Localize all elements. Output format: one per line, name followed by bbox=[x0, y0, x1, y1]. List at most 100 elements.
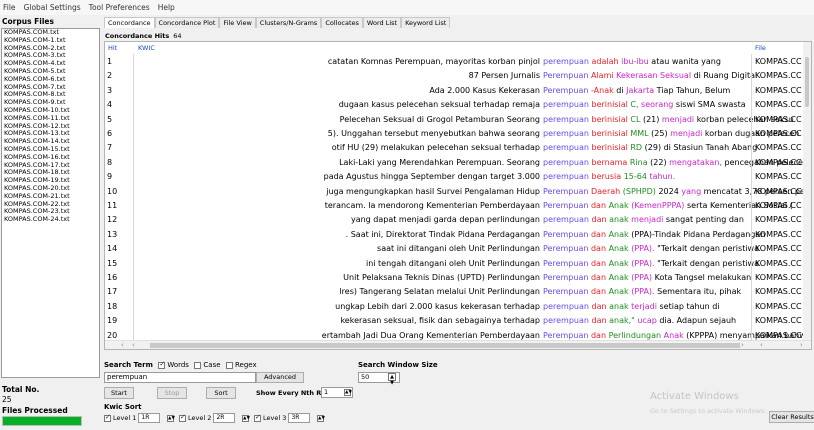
right-context-word: C, bbox=[627, 100, 639, 110]
search-hit-keyword[interactable]: perempuan bbox=[543, 129, 589, 138]
table-row[interactable]: 11 terancam. la mendorong Kementerian Pem… bbox=[105, 198, 805, 213]
vertical-scroll-thumb[interactable] bbox=[805, 57, 809, 107]
table-row[interactable]: 8 Laki-Laki yang Merendahkan Perempuan. S… bbox=[105, 154, 811, 170]
table-row[interactable]: 19 kekerasan seksual, fisik dan sebagainy… bbox=[105, 313, 805, 329]
right-context-word: MML bbox=[627, 129, 649, 138]
scroll-file-right-icon[interactable]: › bbox=[800, 341, 803, 349]
right-context-word: bernama bbox=[591, 157, 628, 167]
search-window-spinner[interactable]: ▲ ▼ bbox=[388, 373, 396, 386]
search-hit-keyword[interactable]: perempuan bbox=[543, 302, 589, 311]
clear-results-button[interactable]: Clear Results bbox=[769, 411, 814, 423]
search-hit-keyword[interactable]: Perempuan bbox=[543, 331, 588, 340]
search-hit-keyword[interactable]: Perempuan bbox=[543, 287, 588, 296]
right-context-word: menjadi bbox=[659, 114, 695, 124]
table-row[interactable]: 6 5). Unggahan tersebut menyebutkan bahwa… bbox=[105, 126, 805, 141]
menu-help[interactable]: Help bbox=[158, 3, 175, 12]
tab-collocates[interactable]: Collocates bbox=[321, 17, 363, 28]
table-row[interactable]: 17 lres) Tangerang Selatan melalui Unit P… bbox=[105, 284, 805, 300]
search-hit-keyword[interactable]: perempuan bbox=[543, 100, 589, 109]
level-3-select[interactable]: 3R bbox=[288, 413, 311, 423]
search-hit-keyword[interactable]: Perempuan bbox=[543, 259, 588, 268]
search-hit-keyword[interactable]: perempuan bbox=[543, 158, 589, 167]
menu-global-settings[interactable]: Global Settings bbox=[24, 3, 81, 12]
left-context: pada Agustus hingga September dengan tar… bbox=[323, 172, 540, 182]
tab-concordance-plot[interactable]: Concordance Plot bbox=[154, 17, 220, 28]
start-button[interactable]: Start bbox=[104, 387, 134, 399]
tab-concordance[interactable]: Concordance bbox=[104, 17, 155, 28]
advanced-button[interactable]: Advanced bbox=[256, 372, 304, 383]
search-term-row: Search Term Words Case Regex bbox=[104, 360, 257, 370]
tab-keyword-list[interactable]: Keyword List bbox=[401, 17, 451, 28]
table-row[interactable]: 18 ungkap Lebih dari 2.000 kasus kekerasa… bbox=[105, 298, 805, 314]
stop-button[interactable]: Stop bbox=[157, 387, 187, 399]
menu-tool-preferences[interactable]: Tool Preferences bbox=[89, 3, 150, 12]
left-context: catatan Komnas Perempuan, mayoritas korb… bbox=[327, 57, 540, 66]
level-2-spinner[interactable]: ▲▼ bbox=[242, 415, 250, 422]
table-row[interactable]: 13 . Saat ini, Direktorat Tindak Pidana P… bbox=[105, 226, 805, 242]
level-1-spinner[interactable]: ▲▼ bbox=[167, 415, 175, 422]
search-hit-keyword[interactable]: Perempuan bbox=[543, 201, 588, 210]
level-3-spinner[interactable]: ▲▼ bbox=[317, 415, 325, 422]
corpus-file-item[interactable]: KOMPAS.COM-24.txt bbox=[2, 215, 99, 224]
nth-row-spinner[interactable]: ▲▼ bbox=[344, 389, 352, 396]
search-hit-keyword[interactable]: Perempuan bbox=[543, 187, 588, 196]
menu-file[interactable]: File bbox=[3, 3, 16, 12]
table-row[interactable]: 4 dugaan kasus pelecehan seksual terhadap… bbox=[105, 97, 805, 113]
table-row[interactable]: 7 otif HU (29) melakukan pelecehan seksua… bbox=[105, 140, 805, 156]
level-1-select[interactable]: 1R bbox=[138, 413, 161, 423]
search-hit-keyword[interactable]: Perempuan bbox=[543, 273, 588, 282]
right-context-word: dan bbox=[590, 258, 607, 268]
search-hit-keyword[interactable]: Perempuan bbox=[543, 71, 588, 80]
table-row[interactable]: 16 Unit Pelaksana Teknis Dinas (UPTD) Per… bbox=[105, 270, 805, 285]
progress-fill bbox=[3, 417, 81, 425]
table-row[interactable]: 9 pada Agustus hingga September dengan ta… bbox=[105, 169, 805, 185]
level-2-checkbox[interactable] bbox=[179, 413, 186, 422]
table-row[interactable]: 12 yang dapat menjadi garda depan perlind… bbox=[105, 212, 805, 228]
header-kwic[interactable]: KWIC bbox=[138, 44, 155, 52]
scroll-file-left-icon[interactable]: ‹ bbox=[760, 341, 763, 349]
header-file[interactable]: File bbox=[755, 44, 766, 52]
search-hit-keyword[interactable]: perempuan bbox=[543, 115, 589, 124]
search-hit-keyword[interactable]: perempuan bbox=[543, 316, 589, 325]
search-hit-keyword[interactable]: Perempuan bbox=[543, 86, 588, 95]
level-1-checkbox[interactable] bbox=[104, 413, 111, 422]
table-row[interactable]: 1 catatan Komnas Perempuan, mayoritas kor… bbox=[105, 54, 805, 69]
search-hit-keyword[interactable]: Perempuan bbox=[543, 230, 588, 239]
left-context: ini tengah ditangani oleh Unit Perlindun… bbox=[365, 258, 540, 268]
table-row[interactable]: 14 saat ini ditangani oleh Unit Perlindun… bbox=[105, 241, 805, 257]
table-row[interactable]: 3 Ada 2.000 Kasus Kekerasan Perempuan -Ana… bbox=[105, 82, 805, 98]
column-divider bbox=[751, 154, 752, 170]
level-3-checkbox[interactable] bbox=[254, 413, 261, 422]
tab-file-view[interactable]: File View bbox=[219, 17, 256, 28]
scroll-left-end-icon[interactable]: ‹ bbox=[132, 341, 135, 349]
search-hit-keyword[interactable]: perempuan bbox=[543, 215, 589, 224]
horizontal-scroll-thumb[interactable] bbox=[150, 343, 740, 348]
level-3-label: Level 3 bbox=[263, 414, 287, 422]
scroll-left-icon[interactable]: ‹ bbox=[121, 341, 124, 349]
search-hit-keyword[interactable]: perempuan bbox=[543, 57, 589, 66]
search-hit-keyword[interactable]: Perempuan bbox=[543, 244, 588, 253]
vertical-scrollbar[interactable] bbox=[803, 42, 811, 342]
right-context-word: berusia bbox=[591, 172, 622, 182]
search-hit-keyword[interactable]: perempuan bbox=[543, 172, 589, 181]
scroll-right-icon[interactable]: › bbox=[741, 341, 744, 349]
table-row[interactable]: 2 87 Persen Jurnalis Perempuan Alami Keker… bbox=[105, 68, 805, 84]
header-hit[interactable]: Hit bbox=[108, 44, 117, 52]
search-term-input[interactable]: perempuan bbox=[104, 372, 256, 383]
table-row[interactable]: 10 juga mengungkapkan hasil Survei Pengal… bbox=[105, 183, 808, 199]
tab-word-list[interactable]: Word List bbox=[362, 17, 402, 28]
search-hit-keyword[interactable]: perempuan bbox=[543, 143, 589, 152]
tab-clusters-n-grams[interactable]: Clusters/N-Grams bbox=[255, 17, 322, 28]
corpus-file-list[interactable]: KOMPAS.COM.txt KOMPAS.COM-1.txt KOMPAS.COM… bbox=[1, 28, 100, 378]
table-row[interactable]: 15 ini tengah ditangani oleh Unit Perlind… bbox=[105, 255, 805, 271]
sort-button[interactable]: Sort bbox=[206, 387, 236, 399]
table-row[interactable]: 5 Pelecehan Seksual di Grogol Petamburan … bbox=[105, 111, 805, 127]
words-checkbox[interactable] bbox=[158, 360, 166, 369]
case-checkbox[interactable] bbox=[194, 361, 202, 369]
kwic-keyword-and-right-context: perempuan dan anak terjadi setiap tahun … bbox=[543, 299, 720, 314]
horizontal-scrollbar[interactable]: ‹ ‹ › ‹ › bbox=[105, 340, 811, 349]
level-2-select[interactable]: 2R bbox=[213, 413, 236, 423]
column-divider bbox=[751, 270, 752, 285]
right-context-word: dan bbox=[591, 316, 607, 326]
regex-checkbox[interactable] bbox=[225, 361, 233, 369]
